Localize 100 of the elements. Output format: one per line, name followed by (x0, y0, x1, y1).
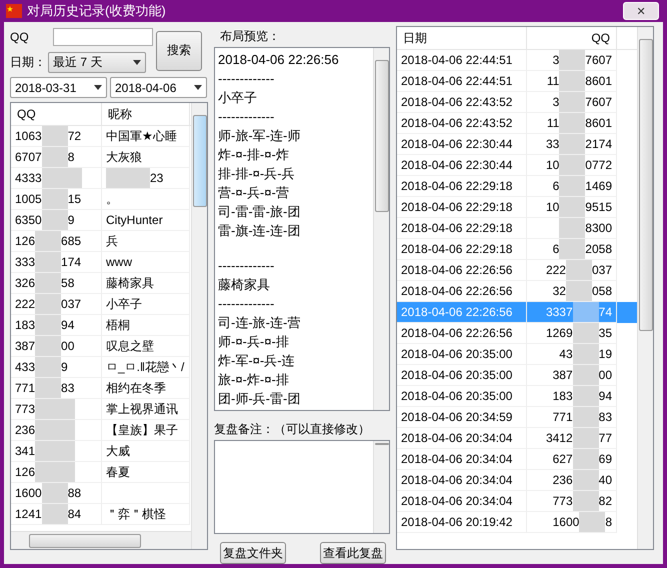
redaction-blur (35, 252, 62, 272)
game-row[interactable]: 2018-04-06 22:43:52 3 7607 (397, 92, 637, 113)
date-range-dropdown[interactable]: 最近 7 天 (48, 52, 146, 73)
redaction-blur (572, 470, 599, 490)
game-row[interactable]: 2018-04-06 22:30:44 33 2174 (397, 134, 637, 155)
qq-number-start: 183 (552, 389, 573, 403)
game-row[interactable]: 2018-04-06 22:26:56 222 037 (397, 260, 637, 281)
qq-number-start: 3 (552, 53, 560, 67)
nickname: ＂弈＂棋怪 (106, 506, 166, 522)
start-date-picker[interactable]: 2018-03-31 (10, 77, 107, 98)
game-row[interactable]: 2018-04-06 22:44:51 3 7607 (397, 50, 637, 71)
qq-number-end: 0772 (585, 158, 612, 172)
redaction-blur (572, 302, 599, 322)
qq-number-start: 1063 (15, 129, 42, 143)
redaction-blur (559, 134, 586, 154)
qq-input-field[interactable] (52, 28, 153, 46)
game-row[interactable]: 2018-04-06 22:30:44 10 0772 (397, 155, 637, 176)
preview-line: 旅-¤-炸-¤-排 (218, 371, 290, 389)
dropdown-arrow-icon[interactable] (94, 85, 102, 90)
qq-number-end: 77 (598, 431, 612, 445)
game-row[interactable]: 2018-04-06 22:29:18 6 2058 (397, 239, 637, 260)
redaction-blur (572, 323, 599, 343)
game-row[interactable]: 2018-04-06 20:19:42 1600 8 (397, 512, 637, 533)
date-cell: 2018-04-06 22:43:52 (397, 92, 527, 113)
game-row[interactable]: 2018-04-06 20:35:00 43 19 (397, 344, 637, 365)
notes-text-area[interactable] (214, 440, 390, 534)
preview-line: 师-旅-军-连-师 (218, 127, 302, 145)
nickname: 23 (150, 171, 164, 185)
vertical-scrollbar[interactable] (191, 103, 207, 549)
date-cell: 2018-04-06 20:35:00 (397, 365, 527, 386)
redaction-blur (572, 407, 599, 427)
redaction-blur (35, 357, 62, 377)
dropdown-arrow-icon[interactable] (133, 60, 141, 65)
horizontal-scrollbar[interactable] (11, 531, 191, 549)
nickname: 大灰狼 (106, 148, 142, 166)
qq-number-start: 33 (546, 137, 560, 151)
preview-line: 藤椅家具 (218, 276, 271, 294)
qq-number-end: 2174 (585, 137, 612, 151)
preview-label: 布局预览： (219, 28, 281, 45)
qq-number-start: 3 (552, 95, 560, 109)
date-cell: 2018-04-06 22:29:18 (397, 218, 527, 239)
game-row[interactable]: 2018-04-06 22:29:18 10 9515 (397, 197, 637, 218)
column-header[interactable]: 昵称 (102, 103, 190, 125)
column-header[interactable]: QQ (11, 103, 102, 125)
end-date-picker[interactable]: 2018-04-06 (110, 77, 207, 98)
game-row[interactable]: 2018-04-06 22:29:18 8300 (397, 218, 637, 239)
column-header[interactable]: QQ (527, 27, 617, 49)
qq-number-end: 69 (598, 452, 612, 466)
qq-number-end: 9 (68, 213, 74, 227)
qq-number-end: 8300 (585, 221, 612, 235)
qq-number-start: 43 (559, 347, 573, 361)
game-row[interactable]: 2018-04-06 20:35:00 387 00 (397, 365, 637, 386)
vertical-scrollbar[interactable] (373, 48, 389, 410)
view-replay-button[interactable]: 查看此复盘 (320, 542, 386, 564)
preview-line: ------------- (218, 70, 276, 88)
notes-label: 复盘备注：（可以直接修改） (214, 421, 371, 438)
redaction-blur (559, 71, 586, 91)
close-button[interactable]: ✕ (623, 2, 659, 20)
preview-line: 炸-军-¤-兵-连 (218, 352, 296, 370)
game-row[interactable]: 2018-04-06 20:34:04 773 82 (397, 491, 637, 512)
qq-number-end: 174 (61, 255, 82, 269)
date-cell: 2018-04-06 20:35:00 (397, 344, 527, 365)
column-header[interactable]: 日期 (397, 27, 527, 49)
game-row[interactable]: 2018-04-06 20:35:00 183 94 (397, 386, 637, 407)
qq-number-start: 433 (15, 360, 36, 374)
game-row[interactable]: 2018-04-06 22:43:52 11 8601 (397, 113, 637, 134)
qq-number-start: 6350 (15, 213, 42, 227)
date-cell: 2018-04-06 22:30:44 (397, 155, 527, 176)
preview-text-area[interactable]: 2018-04-06 22:26:56 ------------- 小卒子 ------------- 师-旅-军-连-师 炸-¤-排-¤-炸 排-排-¤-兵-兵 营-¤-兵-¤-营 司-雷-雷-旅-团 雷-旗-连-连-团 ------------- 藤椅家具 ------------- 司-连-旅-连-营 师-¤-兵-¤-排 炸-军-¤-兵-连 旅-¤-炸-¤-排 团-师-兵-雷-团 (214, 47, 390, 411)
game-row[interactable]: 2018-04-06 20:34:59 771 83 (397, 407, 637, 428)
qq-number-end: 8601 (585, 116, 612, 130)
game-row[interactable]: 2018-04-06 22:44:51 11 8601 (397, 71, 637, 92)
qq-number-start: 6 (552, 242, 560, 256)
redaction-blur (42, 210, 68, 230)
game-row[interactable]: 2018-04-06 22:29:18 6 1469 (397, 176, 637, 197)
search-button[interactable]: 搜索 (156, 30, 202, 70)
redaction-blur (566, 260, 592, 280)
date-cell: 2018-04-06 22:26:56 (397, 302, 527, 323)
game-row[interactable]: 2018-04-06 20:34:04 236 40 (397, 470, 637, 491)
vertical-scrollbar[interactable] (373, 441, 389, 533)
game-row[interactable]: 2018-04-06 20:34:04 3412 77 (397, 428, 637, 449)
redaction-blur (559, 113, 586, 133)
redaction-blur (559, 197, 586, 217)
game-row[interactable]: 2018-04-06 22:26:56 1269 35 (397, 323, 637, 344)
qq-number-end: 35 (598, 326, 612, 340)
nickname: 掌上视界通讯 (106, 400, 178, 418)
game-row[interactable]: 2018-04-06 20:34:04 627 69 (397, 449, 637, 470)
qq-number-start: 6707 (15, 150, 42, 164)
qq-number-end: 8 (605, 515, 612, 529)
replay-folder-button[interactable]: 复盘文件夹 (220, 542, 286, 564)
redaction-blur (42, 504, 68, 524)
nickname: CityHunter (106, 213, 163, 227)
dropdown-arrow-icon[interactable] (194, 85, 202, 90)
redaction-blur (559, 155, 586, 175)
vertical-scrollbar[interactable] (637, 27, 653, 549)
qq-number-start: 1005 (15, 192, 42, 206)
qq-number-end: 058 (592, 284, 612, 298)
redaction-blur (579, 512, 606, 532)
date-cell: 2018-04-06 20:34:04 (397, 470, 527, 491)
qq-number-end: 83 (598, 410, 612, 424)
